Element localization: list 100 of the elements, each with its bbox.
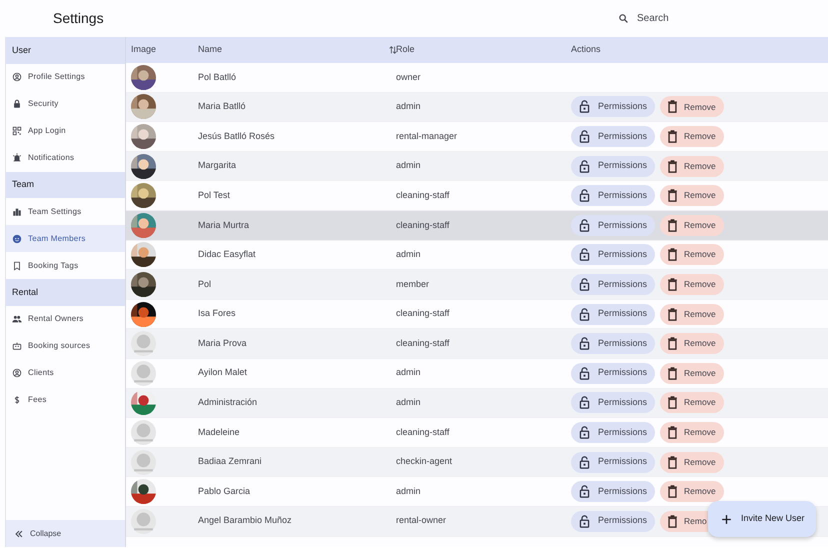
- padlock-icon: [577, 514, 592, 529]
- table-cell-text: Pablo Garcia: [198, 484, 250, 498]
- table-row[interactable]: Margarita admin Permissions Remove: [126, 152, 828, 182]
- permissions-button[interactable]: Permissions: [571, 392, 656, 414]
- padlock-icon: [577, 454, 592, 470]
- permissions-button[interactable]: Permissions: [571, 244, 656, 266]
- avatar-placeholder-icon: [131, 360, 156, 386]
- people-icon: [12, 314, 22, 324]
- remove-button[interactable]: Remove: [660, 244, 724, 266]
- table-row[interactable]: Jesús Batlló Rosés rental-manager Permissions Remove: [126, 122, 828, 152]
- permissions-button[interactable]: Permissions: [571, 214, 656, 236]
- padlock-icon: [577, 247, 592, 262]
- remove-button[interactable]: Remove: [660, 333, 724, 354]
- permissions-button[interactable]: Permissions: [571, 333, 656, 354]
- sidebar-item[interactable]: Profile Settings: [6, 64, 125, 90]
- table-row[interactable]: Didac Easyflat admin Permissions Remove: [126, 240, 828, 270]
- remove-button[interactable]: Remove: [660, 156, 724, 177]
- table-cell-text: Ayilon Malet: [198, 366, 247, 380]
- remove-button[interactable]: Remo: [660, 510, 708, 532]
- avatar-placeholder-icon: [131, 331, 156, 356]
- remove-button[interactable]: Remove: [660, 214, 724, 236]
- permissions-button[interactable]: Permissions: [571, 156, 656, 177]
- table-cell-text: Maria Murtra: [198, 218, 250, 232]
- remove-button[interactable]: Remove: [660, 274, 724, 295]
- permissions-button[interactable]: Permissions: [571, 185, 656, 206]
- table-cell-text: Angel Barambio Muñoz: [198, 514, 292, 528]
- table-cell-text: Maria Batlló: [198, 100, 246, 114]
- table-row[interactable]: Maria Murtra cleaning-staff Permissions Remove: [126, 210, 828, 241]
- permissions-button[interactable]: Permissions: [571, 510, 656, 532]
- padlock-icon: [577, 158, 592, 174]
- sidebar-item[interactable]: App Login: [6, 118, 125, 144]
- table-cell-text: Didac Easyflat: [198, 248, 256, 262]
- remove-button[interactable]: Remove: [660, 126, 724, 147]
- permissions-button[interactable]: Permissions: [571, 452, 656, 473]
- buildings-icon: [12, 206, 22, 216]
- sidebar-item[interactable]: Rental Owners: [6, 306, 125, 332]
- sidebar-item[interactable]: Team Settings: [6, 198, 125, 225]
- sidebar-item[interactable]: Booking sources: [6, 332, 125, 360]
- permissions-button[interactable]: Permissions: [571, 274, 656, 295]
- collapse-button[interactable]: Collapse: [6, 520, 125, 547]
- table-cell: cleaning-staff: [396, 338, 450, 348]
- sidebar-item[interactable]: Clients: [6, 360, 125, 386]
- table-cell-text: Pol: [198, 278, 212, 291]
- padlock-icon: [577, 218, 592, 233]
- double-chevron-left-icon: [14, 528, 24, 538]
- table-cell: member: [396, 278, 430, 289]
- padlock-icon: [577, 366, 592, 381]
- sidebar-item[interactable]: Notifications: [6, 144, 125, 172]
- sidebar-item[interactable]: Team Members: [6, 225, 125, 252]
- permissions-button[interactable]: Permissions: [571, 481, 656, 502]
- remove-button[interactable]: Remove: [660, 304, 724, 325]
- table-cell-text: Isa Fores: [198, 307, 236, 320]
- search-icon: [618, 13, 629, 24]
- permissions-button[interactable]: Permissions: [571, 126, 656, 147]
- table-cell: owner: [396, 72, 421, 82]
- padlock-icon: [577, 306, 592, 322]
- sort-icon: [388, 45, 398, 55]
- table-cell: admin: [396, 101, 421, 112]
- face-icon: [12, 234, 22, 244]
- sidebar-item[interactable]: Fees: [6, 386, 125, 414]
- dollar-icon: [12, 395, 22, 405]
- sidebar-item[interactable]: Security: [6, 90, 125, 118]
- table-row[interactable]: Pol Batlló owner: [126, 63, 828, 93]
- avatar-placeholder-icon: [131, 420, 156, 445]
- table-cell-text: Pol Test: [198, 188, 230, 202]
- remove-button[interactable]: Remove: [660, 422, 724, 443]
- permissions-button[interactable]: Permissions: [571, 96, 656, 118]
- remove-button[interactable]: Remove: [660, 392, 724, 414]
- qr-code-icon: [12, 126, 22, 136]
- table-row[interactable]: Pol member Permissions Remove: [126, 270, 828, 300]
- column-header: Image: [131, 44, 156, 54]
- table-cell-text: Margarita: [198, 159, 236, 172]
- table-row[interactable]: Administración admin Permissions Remove: [126, 388, 828, 418]
- table-row[interactable]: Ayilon Malet admin Permissions Remove: [126, 358, 828, 389]
- remove-button[interactable]: Remove: [660, 185, 724, 206]
- table-row[interactable]: Isa Fores cleaning-staff Permissions Remove: [126, 300, 828, 330]
- permissions-button[interactable]: Permissions: [571, 422, 656, 443]
- table-row[interactable]: Maria Prova cleaning-staff Permissions Remove: [126, 329, 828, 359]
- table-row[interactable]: Maria Batlló admin Permissions Remove: [126, 92, 828, 122]
- sidebar-item[interactable]: Booking Tags: [6, 252, 125, 279]
- search-field[interactable]: Search: [637, 11, 717, 26]
- table-cell: rental-manager: [396, 130, 458, 141]
- table-row[interactable]: Madeleine cleaning-staff Permissions Remove: [126, 418, 828, 448]
- remove-button[interactable]: Remove: [660, 452, 724, 473]
- permissions-button[interactable]: Permissions: [571, 304, 656, 325]
- table-cell: cleaning-staff: [396, 308, 450, 318]
- table-row[interactable]: Badiaa Zemrani checkin-agent Permissions Remove: [126, 448, 828, 478]
- table-row[interactable]: Pablo Garcia admin Permissions Remove: [126, 477, 828, 507]
- remove-button[interactable]: Remove: [660, 481, 724, 502]
- table-cell: cleaning-staff: [396, 426, 450, 437]
- table-cell-text: Administración: [198, 396, 258, 410]
- permissions-button[interactable]: Permissions: [571, 362, 656, 384]
- table-cell-text: Maria Prova: [198, 336, 247, 350]
- invite-user-button[interactable]: Invite New User: [708, 501, 816, 537]
- plus-icon: [720, 512, 733, 526]
- section-header: User: [6, 37, 125, 64]
- table-row[interactable]: Pol Test cleaning-staff Permissions Remove: [126, 181, 828, 211]
- remove-button[interactable]: Remove: [660, 96, 724, 118]
- remove-button[interactable]: Remove: [660, 362, 724, 384]
- bookmark-icon: [12, 260, 22, 270]
